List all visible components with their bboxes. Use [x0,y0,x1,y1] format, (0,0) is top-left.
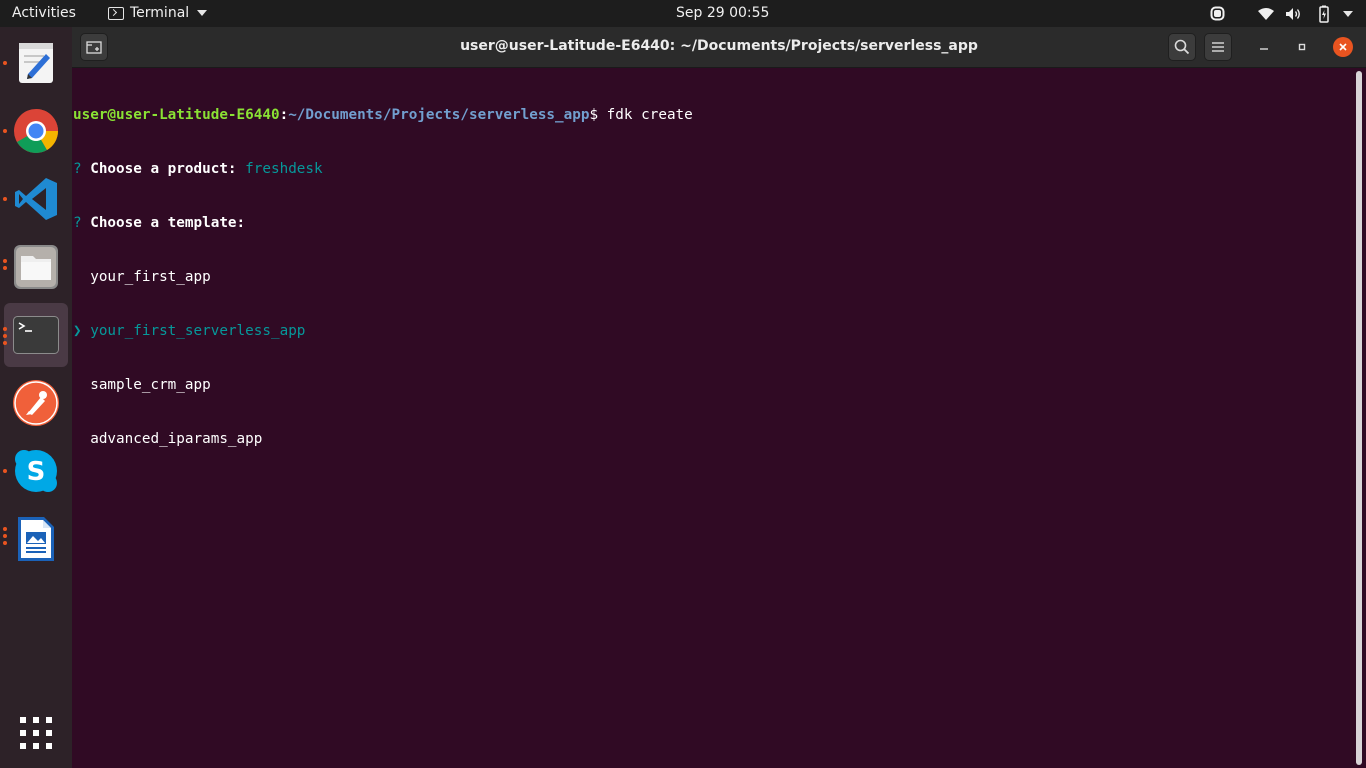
command-text: fdk create [598,107,693,123]
maximize-button[interactable] [1292,37,1312,57]
close-icon [1339,43,1347,51]
terminal-icon [13,316,59,354]
question-label: Choose a product: [81,161,246,177]
app-menu[interactable]: Terminal [108,5,208,21]
running-indicator [3,129,7,133]
running-indicator [3,327,7,345]
running-indicator [3,469,7,473]
chevron-down-icon [197,10,208,16]
question-mark: ? [73,215,82,231]
postman-icon [13,380,59,426]
skype-icon: S [15,450,57,492]
maximize-icon [1298,43,1306,51]
question-label: Choose a template: [81,215,246,231]
top-bar: Activities Terminal Sep 29 00:55 [0,0,1366,27]
prompt-path: ~/Documents/Projects/serverless_app [288,107,590,123]
running-indicator [3,527,7,545]
terminal-app-icon [108,6,124,20]
activities-button[interactable]: Activities [12,5,76,21]
menu-button[interactable] [1204,33,1232,61]
dock-chrome[interactable] [4,99,68,163]
question-mark: ? [73,161,82,177]
window-headerbar: user@user-Latitude-E6440: ~/Documents/Pr… [72,27,1366,68]
pointer-icon: ❯ [73,323,82,339]
terminal-output[interactable]: user@user-Latitude-E6440:~/Documents/Pro… [72,69,1350,768]
prompt-symbol: $ [589,107,599,123]
libreoffice-writer-icon [18,517,54,561]
dock-skype[interactable]: S [4,439,68,503]
dock-files[interactable] [4,235,68,299]
chrome-icon [14,109,58,153]
svg-text:S: S [27,457,46,487]
minimize-icon [1260,48,1268,50]
system-menu-chevron-icon[interactable] [1340,0,1354,27]
text-editor-icon [19,43,53,83]
volume-icon[interactable] [1284,0,1304,27]
close-button[interactable] [1333,37,1353,57]
dock-terminal[interactable] [4,303,68,367]
wifi-icon[interactable] [1256,0,1276,27]
battery-icon[interactable] [1314,0,1334,27]
running-indicator [3,61,7,65]
show-applications-icon [20,717,52,749]
template-option[interactable]: your_first_app [73,268,1350,286]
minimize-button[interactable] [1254,37,1274,57]
notification-icon[interactable] [1208,0,1226,27]
clock[interactable]: Sep 29 00:55 [676,5,769,21]
search-button[interactable] [1168,33,1196,61]
app-menu-label: Terminal [130,5,190,21]
question-template: ? Choose a template: [73,214,1350,232]
template-option[interactable]: advanced_iparams_app [73,430,1350,448]
selected-option-label: your_first_serverless_app [90,323,306,339]
scrollbar[interactable] [1356,71,1362,765]
dock-text-editor[interactable] [4,31,68,95]
template-option-selected[interactable]: ❯ your_first_serverless_app [73,322,1350,340]
prompt-line: user@user-Latitude-E6440:~/Documents/Pro… [73,106,1350,124]
files-icon [14,245,58,289]
running-indicator [3,259,7,270]
vscode-icon [15,178,57,220]
search-icon [1174,39,1190,55]
running-indicator [3,197,7,201]
dock-vscode[interactable] [4,167,68,231]
hamburger-menu-icon [1212,42,1224,52]
dock-postman[interactable] [4,371,68,435]
template-option[interactable]: sample_crm_app [73,376,1350,394]
prompt-user: user@user-Latitude-E6440 [73,107,280,123]
question-product: ? Choose a product: freshdesk [73,160,1350,178]
terminal-window: user@user-Latitude-E6440: ~/Documents/Pr… [72,27,1366,768]
dock: S [0,27,72,768]
product-answer: freshdesk [245,161,323,177]
prompt-separator: : [279,107,289,123]
show-applications-button[interactable] [4,701,68,765]
dock-libreoffice-writer[interactable] [4,507,68,571]
